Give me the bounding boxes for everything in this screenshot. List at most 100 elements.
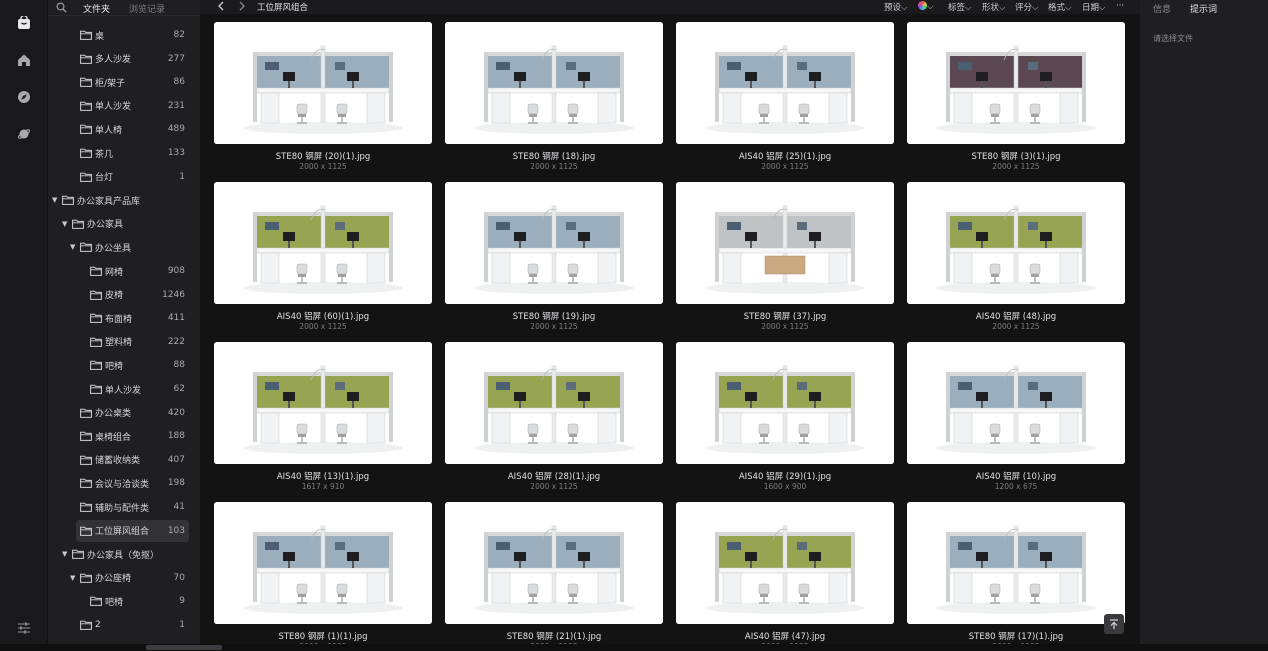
folder-label: 会议与洽谈类: [95, 479, 150, 490]
folder-tree-item[interactable]: 工位屏风组合 103: [48, 519, 200, 542]
filter-color[interactable]: ⌵: [918, 1, 933, 12]
image-card[interactable]: AIS40 铝屏 (47).jpg2000 x 1125: [676, 494, 894, 644]
folder-tree-item[interactable]: 办公桌类 420: [48, 402, 200, 424]
folder-tree-item[interactable]: 吧椅 9: [48, 590, 200, 612]
image-card[interactable]: STE80 钢屏 (3)(1).jpg 2000 x 1125: [907, 14, 1125, 174]
expand-caret-icon[interactable]: ▼: [62, 220, 70, 228]
image-card[interactable]: STE80 钢屏 (1)(1).jpg2000 x 1125: [214, 494, 432, 644]
image-thumbnail[interactable]: [676, 342, 894, 464]
folder-icon: [80, 431, 92, 442]
image-thumbnail[interactable]: [445, 22, 663, 144]
folder-tree-item[interactable]: 21: [48, 614, 200, 636]
tab-info[interactable]: 信息: [1153, 2, 1171, 15]
folder-tree-item[interactable]: 柜/架子 86: [48, 71, 200, 93]
image-thumbnail[interactable]: [907, 342, 1125, 464]
back-arrow-icon[interactable]: [217, 1, 225, 14]
folder-tree-item[interactable]: 单人沙发 231: [48, 95, 200, 117]
folder-tree-item[interactable]: 网椅 908: [48, 260, 200, 282]
folder-label: 茶几: [95, 149, 114, 160]
home-icon[interactable]: [14, 50, 34, 70]
image-thumbnail[interactable]: [676, 182, 894, 304]
image-card[interactable]: AIS40 铝屏 (29)(1).jpg 1600 x 900: [676, 334, 894, 494]
tab-history[interactable]: 浏览记录: [129, 2, 165, 15]
image-thumbnail[interactable]: [907, 502, 1125, 624]
image-thumbnail[interactable]: [214, 22, 432, 144]
filter-date[interactable]: 日期⌵: [1082, 1, 1105, 13]
more-icon[interactable]: ···: [1116, 1, 1124, 11]
image-thumbnail[interactable]: [445, 342, 663, 464]
image-card[interactable]: AIS40 铝屏 (48).jpg 2000 x 1125: [907, 174, 1125, 334]
expand-caret-icon[interactable]: ▼: [62, 550, 70, 558]
image-thumbnail[interactable]: [214, 502, 432, 624]
image-card[interactable]: STE80 钢屏 (19).jpg 2000 x 1125: [445, 174, 663, 334]
image-card[interactable]: AIS40 铝屏 (60)(1).jpg 2000 x 1125: [214, 174, 432, 334]
expand-caret-icon[interactable]: ▼: [52, 196, 60, 204]
main-content: 工位屏风组合 预设⌵ ⌵ 标签⌵ 形状⌵ 评分⌵ 格式⌵ 日期⌵ ··· STE…: [200, 0, 1140, 651]
filter-format[interactable]: 格式⌵: [1048, 1, 1071, 13]
tab-prompt[interactable]: 提示词: [1190, 2, 1217, 15]
horizontal-scrollbar[interactable]: [146, 645, 222, 650]
folder-label: 吧椅: [105, 361, 124, 372]
image-thumbnail[interactable]: [907, 182, 1125, 304]
folder-tree-item[interactable]: 储蓄收纳类 407: [48, 449, 200, 471]
folder-tree-item[interactable]: ▼ 办公家具（免抠）: [48, 543, 200, 565]
image-card[interactable]: STE80 钢屏 (18).jpg 2000 x 1125: [445, 14, 663, 174]
folder-tree-item[interactable]: 多人沙发 277: [48, 48, 200, 70]
image-card[interactable]: STE80 钢屏 (17)(1).jpg2000 x 1125: [907, 494, 1125, 644]
image-thumbnail[interactable]: [214, 182, 432, 304]
image-thumbnail[interactable]: [907, 22, 1125, 144]
image-card[interactable]: STE80 钢屏 (37).jpg 2000 x 1125: [676, 174, 894, 334]
settings-sliders-icon[interactable]: [14, 618, 34, 638]
image-thumbnail[interactable]: [445, 502, 663, 624]
folder-tree-item[interactable]: 皮椅 1246: [48, 284, 200, 306]
folder-icon: [80, 148, 92, 158]
folder-tree-item[interactable]: 单人沙发 62: [48, 378, 200, 400]
folder-tree-item[interactable]: 塑料椅 222: [48, 331, 200, 353]
image-filename: STE80 钢屏 (17)(1).jpg: [968, 632, 1064, 642]
folder-tree-item[interactable]: ▼ 办公家具产品库: [48, 189, 200, 211]
folder-tree-item[interactable]: ▼ 办公家具: [48, 213, 200, 235]
folder-tree-item[interactable]: ▼ 办公坐具: [48, 236, 200, 258]
folder-count: 1: [179, 171, 185, 182]
folder-label: 吧椅: [105, 597, 124, 608]
image-thumbnail[interactable]: [445, 182, 663, 304]
folder-tree-item[interactable]: ▼ 办公座椅 70: [48, 567, 200, 589]
image-thumbnail[interactable]: [214, 342, 432, 464]
planet-icon[interactable]: [14, 124, 34, 144]
filter-rating[interactable]: 评分⌵: [1015, 1, 1038, 13]
forward-arrow-icon[interactable]: [238, 1, 246, 14]
scroll-to-top-button[interactable]: [1104, 614, 1124, 634]
search-icon[interactable]: [56, 2, 67, 16]
folder-tree-item[interactable]: 会议与洽谈类 198: [48, 472, 200, 494]
folder-count: 420: [167, 407, 185, 418]
folder-icon: [90, 384, 102, 394]
filter-preset-label: 预设: [884, 3, 902, 13]
filter-tags[interactable]: 标签⌵: [948, 1, 971, 13]
folder-tree-item[interactable]: 茶几 133: [48, 142, 200, 164]
image-thumbnail[interactable]: [676, 502, 894, 624]
folder-tree-item[interactable]: 辅助与配件类 41: [48, 496, 200, 518]
folder-tree-item[interactable]: 台灯 1: [48, 166, 200, 188]
filter-preset[interactable]: 预设⌵: [884, 1, 907, 13]
image-card[interactable]: STE80 钢屏 (21)(1).jpg2000 x 1125: [445, 494, 663, 644]
folder-tree-item[interactable]: 桌椅组合 188: [48, 425, 200, 447]
image-card[interactable]: STE80 钢屏 (20)(1).jpg 2000 x 1125: [214, 14, 432, 174]
folder-label: 台灯: [95, 173, 114, 184]
image-card[interactable]: AIS40 铝屏 (10).jpg 1200 x 675: [907, 334, 1125, 494]
folder-icon: [80, 573, 92, 583]
folder-tree-item[interactable]: 单人椅 489: [48, 118, 200, 140]
app-bag-icon[interactable]: [14, 13, 34, 33]
expand-caret-icon[interactable]: ▼: [70, 574, 78, 582]
filter-shape[interactable]: 形状⌵: [982, 1, 1005, 13]
sidebar-tabs: 文件夹 浏览记录: [48, 0, 200, 16]
folder-tree-item[interactable]: 桌 82: [48, 24, 200, 46]
image-card[interactable]: AIS40 铝屏 (28)(1).jpg 2000 x 1125: [445, 334, 663, 494]
folder-tree-item[interactable]: 吧椅 88: [48, 354, 200, 376]
image-card[interactable]: AIS40 铝屏 (13)(1).jpg 1617 x 910: [214, 334, 432, 494]
expand-caret-icon[interactable]: ▼: [70, 243, 78, 251]
image-thumbnail[interactable]: [676, 22, 894, 144]
compass-icon[interactable]: [14, 87, 34, 107]
image-card[interactable]: AIS40 铝屏 (25)(1).jpg 2000 x 1125: [676, 14, 894, 174]
folder-tree-item[interactable]: 布面椅 411: [48, 307, 200, 329]
tab-folders[interactable]: 文件夹: [83, 2, 110, 15]
